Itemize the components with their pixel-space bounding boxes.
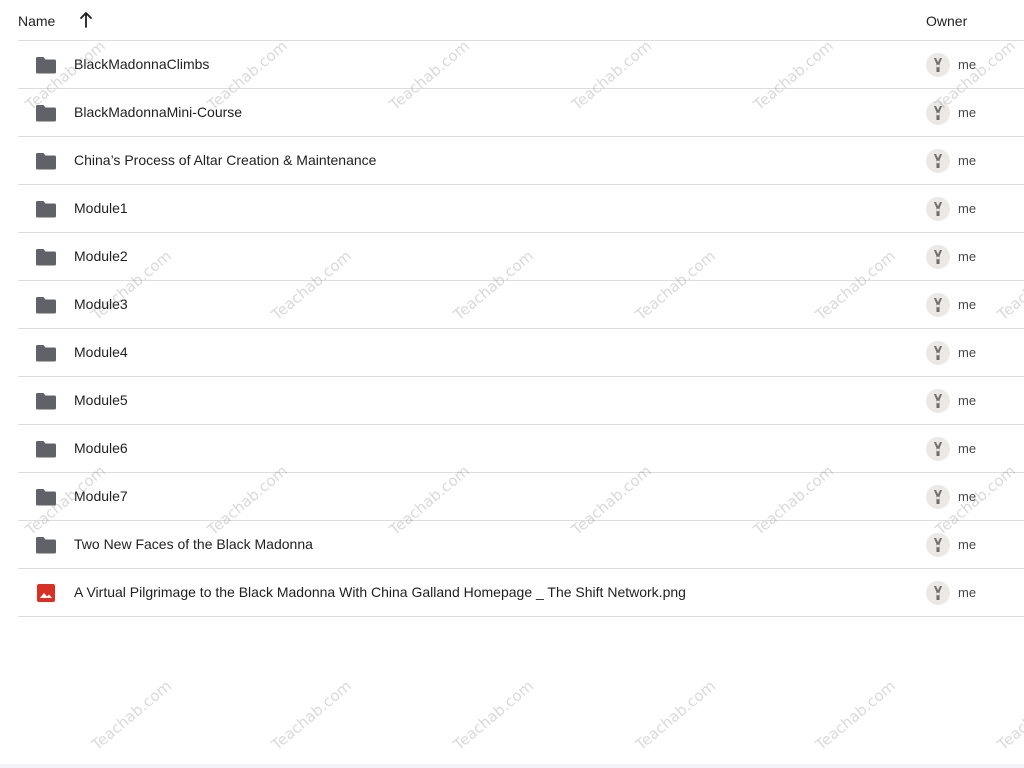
- owner-avatar: [926, 533, 950, 557]
- file-row[interactable]: China’s Process of Altar Creation & Main…: [18, 137, 1024, 185]
- file-row[interactable]: Module2 me: [18, 233, 1024, 281]
- file-row[interactable]: Two New Faces of the Black Madonna me: [18, 521, 1024, 569]
- owner-avatar: [926, 485, 950, 509]
- file-name[interactable]: China’s Process of Altar Creation & Main…: [74, 152, 376, 168]
- file-row[interactable]: A Virtual Pilgrimage to the Black Madonn…: [18, 569, 1024, 617]
- owner-label: me: [958, 489, 977, 504]
- image-file-icon: [35, 583, 57, 603]
- file-name[interactable]: BlackMadonnaClimbs: [74, 56, 209, 72]
- folder-icon: [35, 247, 57, 267]
- owner-avatar: [926, 293, 950, 317]
- file-name[interactable]: Module2: [74, 248, 128, 264]
- file-name[interactable]: Module7: [74, 488, 128, 504]
- folder-icon: [35, 295, 57, 315]
- watermark-text: Teachab.com: [632, 676, 719, 754]
- watermark-text: Teachab.com: [450, 676, 537, 754]
- owner-label: me: [958, 249, 977, 264]
- owner-label: me: [958, 297, 977, 312]
- owner-avatar: [926, 53, 950, 77]
- file-row[interactable]: Module3 me: [18, 281, 1024, 329]
- file-row[interactable]: BlackMadonnaClimbs me: [18, 41, 1024, 89]
- file-row[interactable]: BlackMadonnaMini-Course me: [18, 89, 1024, 137]
- folder-icon: [35, 55, 57, 75]
- owner-label: me: [958, 153, 977, 168]
- owner-avatar: [926, 245, 950, 269]
- owner-avatar: [926, 437, 950, 461]
- owner-avatar: [926, 581, 950, 605]
- owner-column-header[interactable]: Owner: [926, 13, 967, 29]
- folder-icon: [35, 535, 57, 555]
- owner-label: me: [958, 585, 977, 600]
- file-name[interactable]: A Virtual Pilgrimage to the Black Madonn…: [74, 584, 686, 600]
- owner-label: me: [958, 57, 977, 72]
- bottom-strip: [0, 764, 1024, 768]
- owner-label: me: [958, 105, 977, 120]
- file-name[interactable]: BlackMadonnaMini-Course: [74, 104, 242, 120]
- watermark-text: Teachab.com: [812, 676, 899, 754]
- file-row[interactable]: Module1 me: [18, 185, 1024, 233]
- owner-label: me: [958, 345, 977, 360]
- owner-avatar: [926, 197, 950, 221]
- file-name[interactable]: Module4: [74, 344, 128, 360]
- file-name[interactable]: Module3: [74, 296, 128, 312]
- owner-label: me: [958, 201, 977, 216]
- arrow-up-icon[interactable]: [78, 11, 94, 29]
- file-name[interactable]: Two New Faces of the Black Madonna: [74, 536, 313, 552]
- folder-icon: [35, 151, 57, 171]
- file-name[interactable]: Module1: [74, 200, 128, 216]
- owner-avatar: [926, 101, 950, 125]
- watermark-text: Teachab.com: [88, 676, 175, 754]
- file-name[interactable]: Module6: [74, 440, 128, 456]
- owner-avatar: [926, 341, 950, 365]
- folder-icon: [35, 199, 57, 219]
- file-row[interactable]: Module5 me: [18, 377, 1024, 425]
- folder-icon: [35, 343, 57, 363]
- folder-icon: [35, 439, 57, 459]
- folder-icon: [35, 103, 57, 123]
- file-list-header: Name Owner: [0, 0, 1024, 41]
- watermark-text: Teachab.com: [994, 676, 1024, 754]
- watermark-text: Teachab.com: [268, 676, 355, 754]
- folder-icon: [35, 391, 57, 411]
- name-column-header[interactable]: Name: [18, 13, 55, 29]
- owner-label: me: [958, 441, 977, 456]
- file-row[interactable]: Module4 me: [18, 329, 1024, 377]
- file-list: BlackMadonnaClimbs me BlackMadonnaMini-Cou…: [18, 41, 1024, 617]
- owner-avatar: [926, 149, 950, 173]
- file-row[interactable]: Module7 me: [18, 473, 1024, 521]
- owner-avatar: [926, 389, 950, 413]
- owner-label: me: [958, 393, 977, 408]
- file-row[interactable]: Module6 me: [18, 425, 1024, 473]
- owner-label: me: [958, 537, 977, 552]
- file-name[interactable]: Module5: [74, 392, 128, 408]
- folder-icon: [35, 487, 57, 507]
